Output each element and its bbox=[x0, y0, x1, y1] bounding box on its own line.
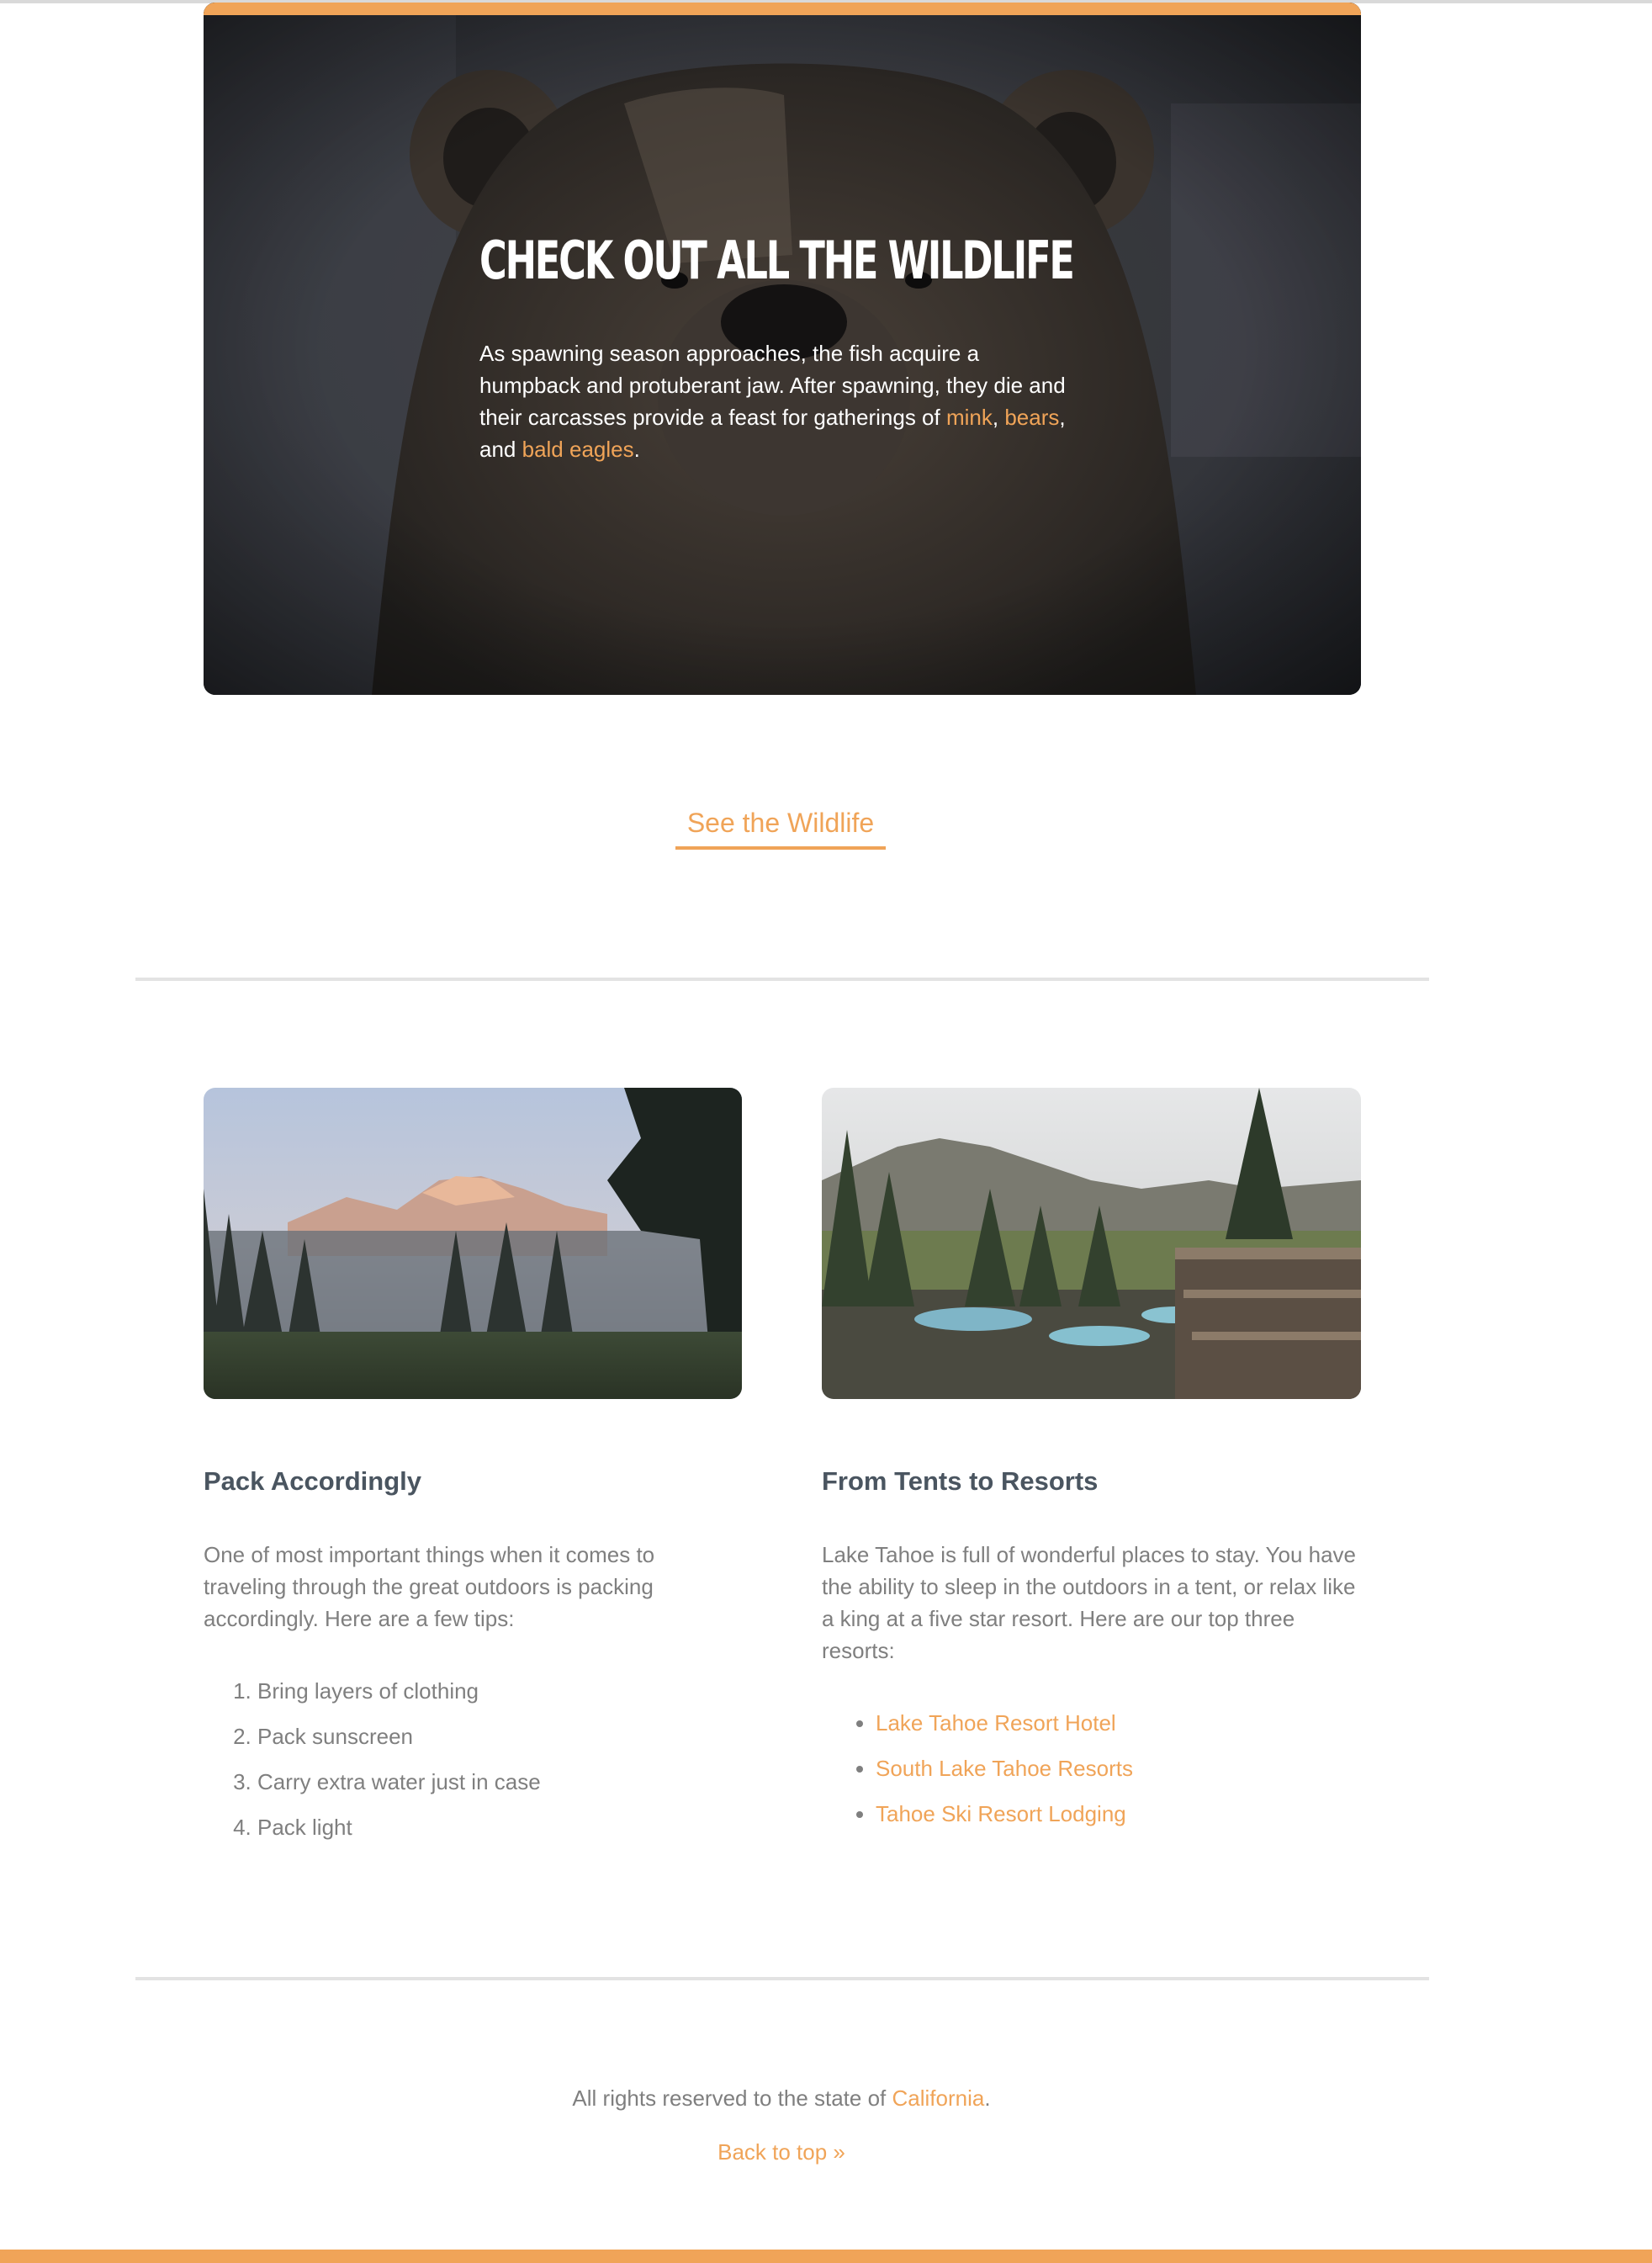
hero-accent-bar bbox=[204, 3, 1361, 15]
bald-eagles-link[interactable]: bald eagles bbox=[522, 437, 634, 462]
hero-body-separator: , bbox=[992, 405, 1005, 430]
south-lake-tahoe-resorts-link[interactable]: South Lake Tahoe Resorts bbox=[876, 1756, 1133, 1781]
lake-tahoe-resort-hotel-link[interactable]: Lake Tahoe Resort Hotel bbox=[876, 1710, 1116, 1736]
tents-to-resorts-text: Lake Tahoe is full of wonderful places t… bbox=[822, 1542, 1357, 1663]
back-to-top-link[interactable]: Back to top » bbox=[717, 2139, 845, 2165]
resort-item: Tahoe Ski Resort Lodging bbox=[876, 1791, 1360, 1836]
pack-accordingly-heading: Pack Accordingly bbox=[204, 1466, 422, 1496]
tip-item: Carry extra water just in case bbox=[257, 1759, 742, 1805]
rights-end: . bbox=[984, 2085, 991, 2111]
back-to-top-row: Back to top » bbox=[0, 2136, 1563, 2168]
tip-item: Bring layers of clothing bbox=[257, 1668, 742, 1714]
tents-to-resorts-heading: From Tents to Resorts bbox=[822, 1466, 1099, 1496]
california-link[interactable]: California bbox=[892, 2085, 985, 2111]
tahoe-ski-resort-lodging-link[interactable]: Tahoe Ski Resort Lodging bbox=[876, 1801, 1126, 1826]
pack-accordingly-column: Pack Accordingly One of most important t… bbox=[204, 1088, 742, 1850]
bottom-accent-bar bbox=[0, 2250, 1652, 2263]
pack-accordingly-text: One of most important things when it com… bbox=[204, 1542, 655, 1631]
see-wildlife-button[interactable]: See the Wildlife bbox=[675, 804, 886, 850]
section-divider bbox=[135, 978, 1429, 981]
hero-body-end: . bbox=[633, 437, 640, 462]
footer-divider bbox=[135, 1977, 1429, 1980]
hero-body: As spawning season approaches, the fish … bbox=[479, 337, 1085, 465]
hero-text-block: CHECK OUT ALL THE WILDLIFE As spawning s… bbox=[479, 223, 1085, 465]
bears-link[interactable]: bears bbox=[1004, 405, 1059, 430]
tents-to-resorts-column: From Tents to Resorts Lake Tahoe is full… bbox=[822, 1088, 1361, 1836]
rights-text: All rights reserved to the state of bbox=[572, 2085, 892, 2111]
resorts-list: Lake Tahoe Resort Hotel South Lake Tahoe… bbox=[822, 1700, 1360, 1836]
tip-item: Pack sunscreen bbox=[257, 1714, 742, 1759]
hero-card: CHECK OUT ALL THE WILDLIFE As spawning s… bbox=[204, 3, 1361, 695]
resort-pool-photo-icon bbox=[822, 1088, 1361, 1399]
resort-item: South Lake Tahoe Resorts bbox=[876, 1746, 1360, 1791]
misty-forest-photo-icon bbox=[204, 1088, 742, 1399]
hero-title: CHECK OUT ALL THE WILDLIFE bbox=[479, 230, 1075, 291]
mink-link[interactable]: mink bbox=[946, 405, 993, 430]
tips-list: Bring layers of clothing Pack sunscreen … bbox=[204, 1668, 742, 1850]
tip-item: Pack light bbox=[257, 1805, 742, 1850]
rights-note: All rights reserved to the state of Cali… bbox=[0, 2082, 1563, 2114]
resort-item: Lake Tahoe Resort Hotel bbox=[876, 1700, 1360, 1746]
